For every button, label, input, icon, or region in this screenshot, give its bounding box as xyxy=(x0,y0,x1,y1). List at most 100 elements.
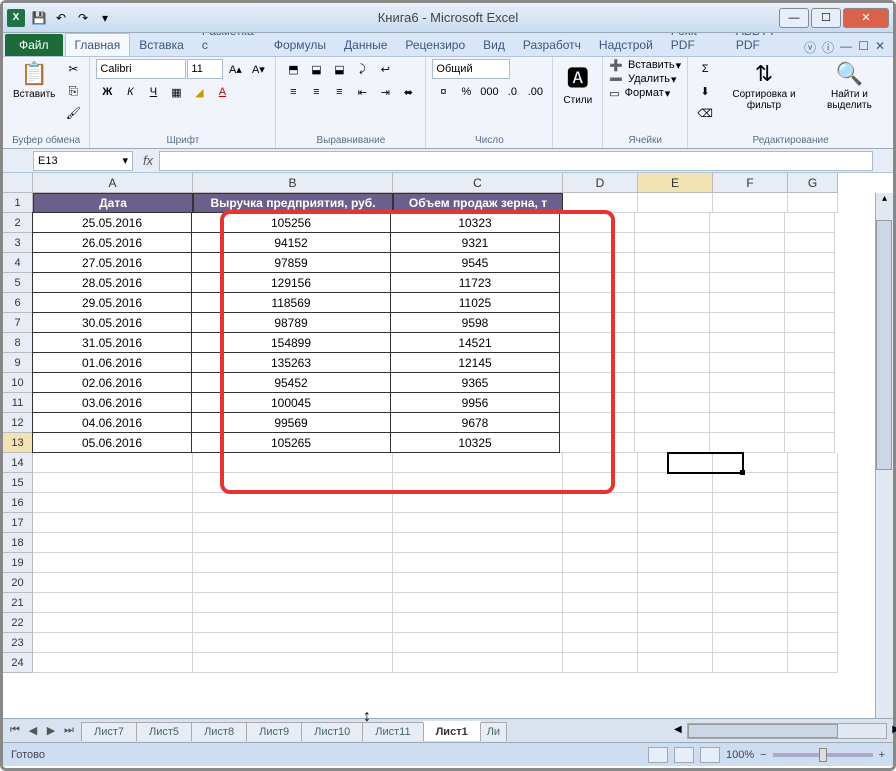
cell[interactable] xyxy=(713,613,788,633)
cell[interactable]: 31.05.2016 xyxy=(32,332,192,353)
cell[interactable] xyxy=(563,493,638,513)
cell[interactable]: Объем продаж зерна, т xyxy=(393,193,563,213)
cell[interactable] xyxy=(393,453,563,473)
align-bottom-icon[interactable]: ⬓ xyxy=(328,59,350,79)
doc-restore-icon[interactable]: ☐ xyxy=(858,39,869,56)
scroll-left-icon[interactable]: ◀ xyxy=(674,724,682,735)
cell[interactable] xyxy=(785,433,835,453)
cell[interactable] xyxy=(785,333,835,353)
border-icon[interactable]: ▦ xyxy=(165,82,187,102)
insert-cells-button[interactable]: ➕ Вставить ▾ xyxy=(609,59,681,72)
cell[interactable] xyxy=(560,253,635,273)
cell[interactable] xyxy=(788,193,838,213)
cell[interactable]: 11025 xyxy=(390,292,560,313)
cell[interactable]: 12145 xyxy=(390,352,560,373)
cell[interactable] xyxy=(560,413,635,433)
row-header[interactable]: 16 xyxy=(3,493,33,513)
cell[interactable] xyxy=(560,213,635,233)
number-format-select[interactable] xyxy=(432,59,510,79)
cell[interactable] xyxy=(638,493,713,513)
row-header[interactable]: 6 xyxy=(3,293,33,313)
cell[interactable] xyxy=(33,473,193,493)
tab-home[interactable]: Главная xyxy=(65,33,131,56)
row-header[interactable]: 24 xyxy=(3,653,33,673)
column-header-A[interactable]: A xyxy=(33,173,193,193)
cell[interactable]: 97859 xyxy=(191,252,391,273)
sheet-tab[interactable]: Ли xyxy=(480,722,507,741)
cell[interactable] xyxy=(193,633,393,653)
cell[interactable] xyxy=(635,273,710,293)
horizontal-scrollbar[interactable]: ◀ ▶ xyxy=(687,723,887,739)
paste-button[interactable]: 📋 Вставить xyxy=(9,59,59,102)
cell[interactable] xyxy=(193,513,393,533)
align-center-icon[interactable]: ≡ xyxy=(305,82,327,102)
copy-icon[interactable]: ⎘ xyxy=(63,81,83,101)
cell[interactable] xyxy=(563,533,638,553)
cell[interactable]: 25.05.2016 xyxy=(32,212,192,233)
underline-button[interactable]: Ч xyxy=(142,82,164,102)
cell[interactable]: 9365 xyxy=(390,372,560,393)
sheet-first-icon[interactable]: ⏮ xyxy=(7,723,23,739)
styles-button[interactable]: 🅰 Стили xyxy=(559,59,596,108)
column-header-B[interactable]: B xyxy=(193,173,393,193)
cell[interactable]: 28.05.2016 xyxy=(32,272,192,293)
cell[interactable] xyxy=(393,633,563,653)
cell[interactable] xyxy=(393,513,563,533)
align-right-icon[interactable]: ≡ xyxy=(328,82,350,102)
cell[interactable] xyxy=(785,373,835,393)
cell[interactable] xyxy=(638,513,713,533)
cell[interactable] xyxy=(193,573,393,593)
minimize-button[interactable]: — xyxy=(779,8,809,28)
row-header[interactable]: 13 xyxy=(3,433,33,453)
row-header[interactable]: 17 xyxy=(3,513,33,533)
align-left-icon[interactable]: ≡ xyxy=(282,82,304,102)
sheet-tab[interactable]: Лист5 xyxy=(136,722,192,741)
cell[interactable]: 26.05.2016 xyxy=(32,232,192,253)
cell[interactable] xyxy=(788,653,838,673)
cell[interactable] xyxy=(638,193,713,213)
font-size-select[interactable] xyxy=(187,59,223,79)
cell[interactable] xyxy=(785,313,835,333)
cell[interactable] xyxy=(788,533,838,553)
cell[interactable] xyxy=(635,373,710,393)
cell[interactable] xyxy=(713,473,788,493)
sheet-tab[interactable]: Лист9 xyxy=(246,722,302,741)
cell[interactable]: Выручка предприятия, руб. xyxy=(193,193,393,213)
cell[interactable] xyxy=(33,493,193,513)
cell[interactable] xyxy=(638,633,713,653)
sheet-last-icon[interactable]: ⏭ xyxy=(61,723,77,739)
cell[interactable] xyxy=(33,613,193,633)
italic-button[interactable]: К xyxy=(119,82,141,102)
cell[interactable] xyxy=(713,513,788,533)
row-header[interactable]: 4 xyxy=(3,253,33,273)
cell[interactable] xyxy=(788,573,838,593)
cell[interactable] xyxy=(393,593,563,613)
cell[interactable] xyxy=(638,453,713,473)
cell[interactable] xyxy=(635,233,710,253)
cell[interactable] xyxy=(33,633,193,653)
cell[interactable]: 30.05.2016 xyxy=(32,312,192,333)
cell[interactable] xyxy=(710,333,785,353)
cell[interactable] xyxy=(785,273,835,293)
namebox-dropdown-icon[interactable]: ▾ xyxy=(122,154,128,167)
cell[interactable]: 10325 xyxy=(390,432,560,453)
cell[interactable] xyxy=(33,453,193,473)
format-painter-icon[interactable]: 🖌 xyxy=(63,103,83,123)
increase-font-icon[interactable]: A▴ xyxy=(224,59,246,79)
row-header[interactable]: 22 xyxy=(3,613,33,633)
zoom-out-icon[interactable]: − xyxy=(760,749,766,761)
merge-icon[interactable]: ⬌ xyxy=(397,82,419,102)
cell[interactable] xyxy=(638,653,713,673)
cell[interactable]: 01.06.2016 xyxy=(32,352,192,373)
cell[interactable]: 27.05.2016 xyxy=(32,252,192,273)
row-header[interactable]: 3 xyxy=(3,233,33,253)
cell[interactable] xyxy=(635,313,710,333)
help-icon[interactable]: ⓘ xyxy=(822,39,834,56)
cell[interactable]: 99569 xyxy=(191,412,391,433)
cell[interactable] xyxy=(635,333,710,353)
cell[interactable] xyxy=(635,393,710,413)
tab-developer[interactable]: Разработч xyxy=(514,34,590,56)
align-top-icon[interactable]: ⬒ xyxy=(282,59,304,79)
undo-icon[interactable]: ↶ xyxy=(51,8,71,28)
align-middle-icon[interactable]: ⬓ xyxy=(305,59,327,79)
